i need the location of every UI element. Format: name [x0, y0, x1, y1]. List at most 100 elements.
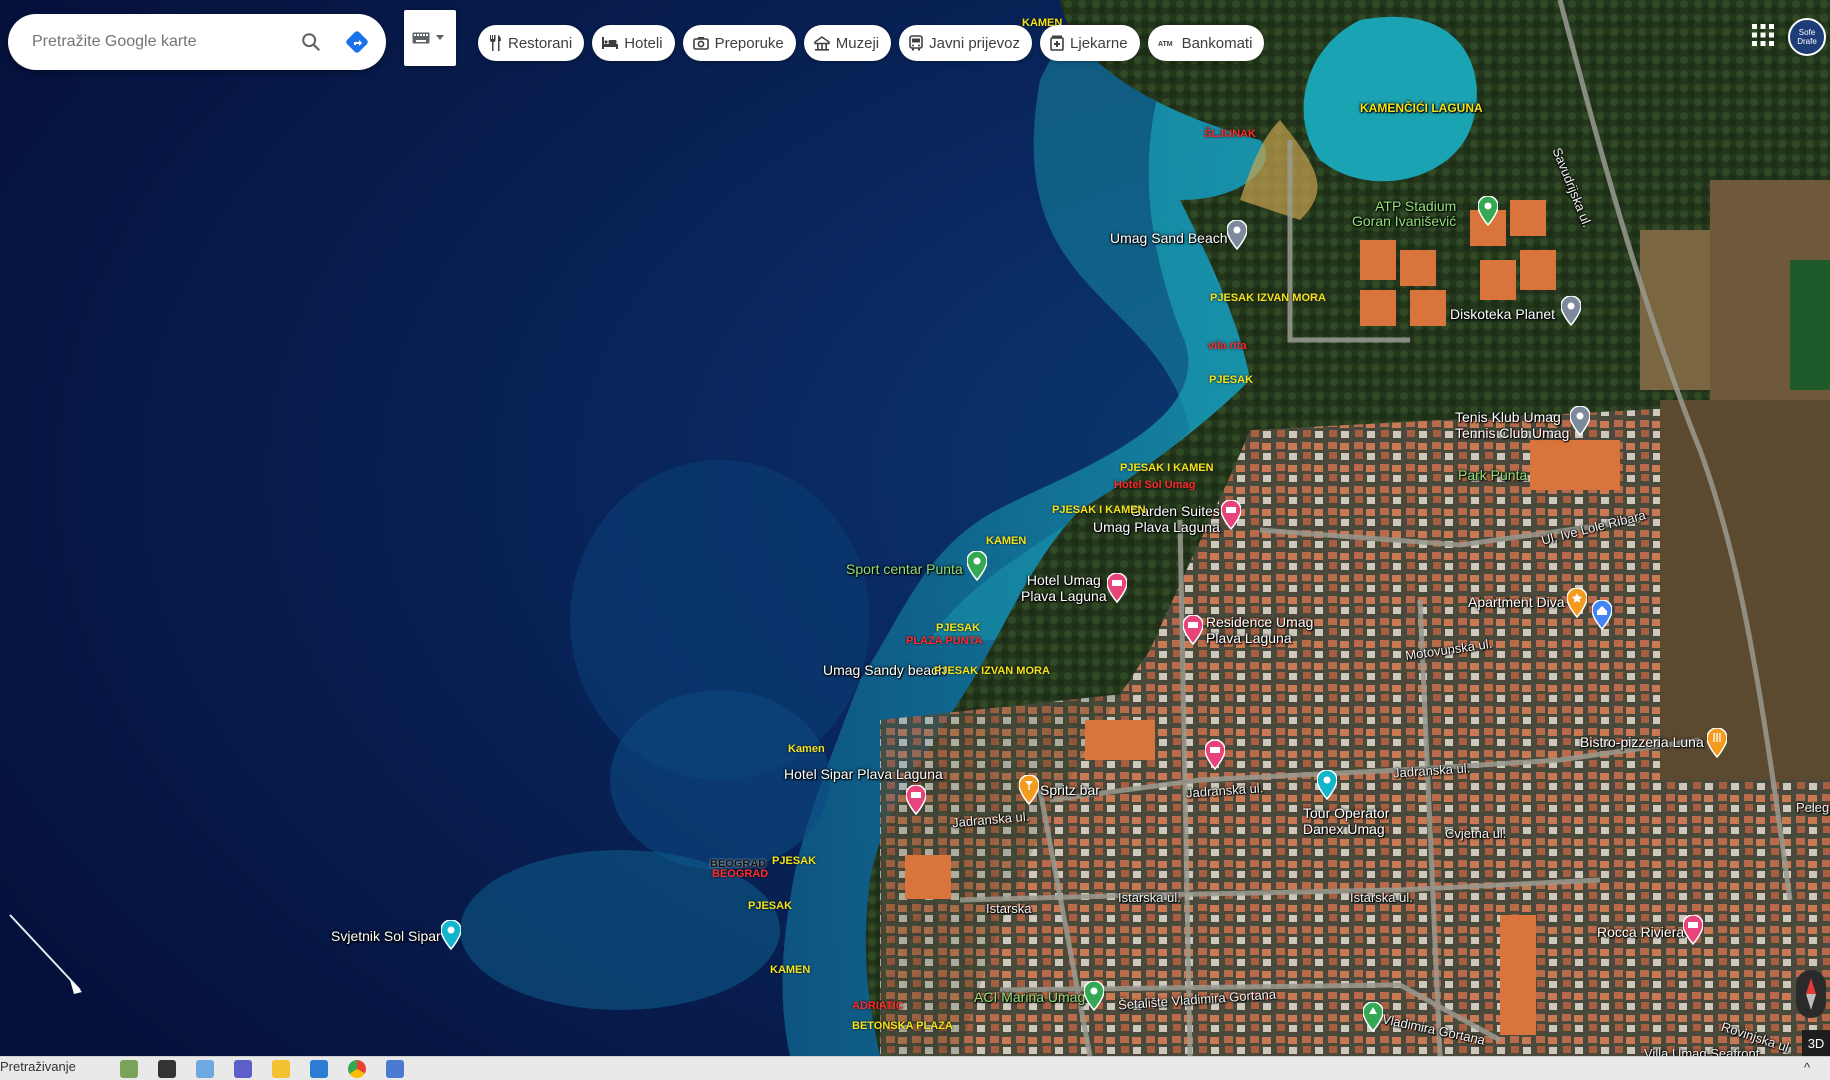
spritz-bar-label[interactable]: Spritz bar: [1040, 782, 1100, 798]
road-label: Istarska ul.: [1350, 890, 1413, 905]
umag-sandy-beach-label[interactable]: Umag Sandy beach: [823, 662, 946, 678]
store-icon[interactable]: [310, 1060, 328, 1078]
bed-icon: [602, 37, 619, 49]
chip-muzeji[interactable]: Muzeji: [803, 25, 892, 61]
chip-label: Restorani: [508, 34, 573, 52]
chip-restorani[interactable]: Restorani: [478, 25, 585, 61]
pharmacy-icon: [1050, 35, 1064, 51]
chrome-icon[interactable]: [348, 1060, 366, 1078]
annotation-label: PJESAK I KAMEN: [1120, 462, 1214, 474]
search-button[interactable]: [295, 26, 327, 58]
teams-icon[interactable]: [234, 1060, 252, 1078]
cloud-icon[interactable]: [196, 1060, 214, 1078]
road-label: Pelegrin: [1796, 800, 1830, 815]
input-tools-button[interactable]: [404, 10, 456, 66]
tenis-klub-label[interactable]: Tenis Klub Umag Tennis Club Umag: [1455, 409, 1569, 441]
annotation-label: Kamen: [788, 743, 825, 755]
road-label: Istarska: [986, 901, 1032, 916]
bar-pin-icon[interactable]: [1019, 775, 1039, 805]
chip-javni-prijevoz[interactable]: Javni prijevoz: [899, 25, 1033, 61]
hotel-pin-icon[interactable]: [906, 785, 926, 815]
sport-centar-label[interactable]: Sport centar Punta: [846, 561, 963, 577]
chip-label: Muzeji: [835, 34, 880, 52]
os-taskbar: Pretraživanje ^: [0, 1056, 1830, 1080]
diskoteka-planet-label[interactable]: Diskoteka Planet: [1450, 306, 1555, 322]
hotel-pin-icon[interactable]: [1107, 573, 1127, 603]
lagoon-label: KAMENČIĆI LAGUNA: [1360, 101, 1483, 115]
taskbar-search[interactable]: Pretraživanje: [0, 1059, 76, 1074]
hotel-pin-icon[interactable]: [1183, 615, 1203, 645]
annotation-label: PLAZA PUNTA: [906, 635, 983, 647]
map-pin-icon[interactable]: [1227, 220, 1247, 250]
chip-bankomati[interactable]: ATM Bankomati: [1147, 25, 1265, 61]
tour-operator-label[interactable]: Tour Operator Danex Umag: [1303, 805, 1389, 837]
category-chips: Restorani Hoteli Preporuke Muzeji Javni …: [478, 25, 1265, 61]
compass-icon: [1806, 978, 1816, 1010]
rocca-riviera-label[interactable]: Rocca Riviera: [1597, 924, 1684, 940]
chip-ljekarne[interactable]: Ljekarne: [1040, 25, 1140, 61]
fork-knife-icon: [490, 35, 501, 51]
hotel-pin-icon[interactable]: [1205, 740, 1225, 770]
atm-icon: ATM: [1158, 41, 1173, 48]
file-explorer-icon[interactable]: [272, 1060, 290, 1078]
search-box: [8, 14, 386, 70]
museum-icon: [814, 35, 830, 51]
residence-umag-label[interactable]: Residence Umag Plava Laguna: [1206, 614, 1313, 646]
directions-button[interactable]: [341, 26, 373, 58]
atp-stadium-label[interactable]: ATP Stadium Goran Ivanišević: [1352, 199, 1456, 229]
svjetnik-label[interactable]: Svjetnik Sol Sipar: [331, 928, 441, 944]
hotel-sipar-label[interactable]: Hotel Sipar Plava Laguna: [784, 766, 943, 782]
chevron-up-icon[interactable]: ^: [1804, 1060, 1810, 1075]
chevron-down-icon: [436, 35, 444, 40]
annotation-label: PJESAK I KAMEN: [1052, 504, 1146, 516]
hotel-pin-icon[interactable]: [1683, 915, 1703, 945]
annotation-label: ŠLJUNAK: [1204, 128, 1256, 140]
chip-label: Javni prijevoz: [929, 34, 1021, 52]
annotation-label: PJESAK IZVAN MORA: [934, 665, 1050, 677]
map-pin-icon[interactable]: [967, 551, 987, 581]
star-pin-icon[interactable]: [1567, 588, 1587, 618]
chip-label: Hoteli: [624, 34, 663, 52]
hotel-pin-icon[interactable]: [1221, 500, 1241, 530]
map-pin-icon[interactable]: [1561, 296, 1581, 326]
road-label: Villa Umag Seafront: [1644, 1046, 1760, 1056]
road-label: Istarska ul.: [1118, 890, 1181, 905]
widgets-icon[interactable]: [120, 1060, 138, 1078]
directions-icon: [346, 31, 368, 53]
satellite-map[interactable]: KAMENČIĆI LAGUNA ATP Stadium Goran Ivani…: [0, 0, 1830, 1056]
map-pin-icon[interactable]: [1570, 406, 1590, 436]
3d-toggle-button[interactable]: 3D: [1802, 1030, 1830, 1056]
svg-text:ATM: ATM: [1158, 41, 1173, 48]
annotation-label: PJESAK: [748, 900, 793, 912]
annotation-label: ADRIATIC: [852, 1000, 904, 1012]
app-icon[interactable]: [386, 1060, 404, 1078]
aci-marina-label[interactable]: ACI Marina Umag: [974, 989, 1085, 1005]
map-pin-icon[interactable]: [1084, 981, 1104, 1011]
map-pin-icon[interactable]: [1478, 196, 1498, 226]
search-input[interactable]: [30, 32, 284, 52]
annotation-label: PJESAK: [1209, 374, 1254, 386]
chip-hoteli[interactable]: Hoteli: [592, 25, 675, 61]
annotation-label: KAMEN: [986, 535, 1027, 547]
umag-sand-beach-label[interactable]: Umag Sand Beach: [1110, 230, 1228, 246]
tree-pin-icon[interactable]: [1363, 1002, 1383, 1032]
bistro-luna-label[interactable]: Bistro-pizzeria Luna: [1580, 734, 1704, 750]
home-pin-icon[interactable]: [1592, 600, 1612, 630]
apps-grid-icon[interactable]: [1752, 24, 1774, 46]
avatar[interactable]: Sofe Drafe: [1788, 18, 1826, 56]
hotel-umag-label[interactable]: Hotel Umag Plava Laguna: [1021, 572, 1107, 604]
camera-pin-icon[interactable]: [1317, 770, 1337, 800]
camera-pin-icon[interactable]: [441, 920, 461, 950]
chip-label: Ljekarne: [1070, 34, 1128, 52]
task-view-icon[interactable]: [158, 1060, 176, 1078]
park-punta-label[interactable]: Park Punta: [1458, 467, 1527, 483]
compass-button[interactable]: [1796, 970, 1826, 1018]
search-icon: [302, 33, 321, 52]
apartment-diva-label[interactable]: Apartment Diva: [1468, 594, 1564, 610]
chip-label: Preporuke: [714, 34, 784, 52]
bus-icon: [909, 35, 923, 51]
annotation-label: Hotel Sol Umag: [1114, 479, 1196, 491]
restaurant-pin-icon[interactable]: [1707, 728, 1727, 758]
annotation-label: PJESAK: [772, 855, 817, 867]
chip-preporuke[interactable]: Preporuke: [682, 25, 796, 61]
